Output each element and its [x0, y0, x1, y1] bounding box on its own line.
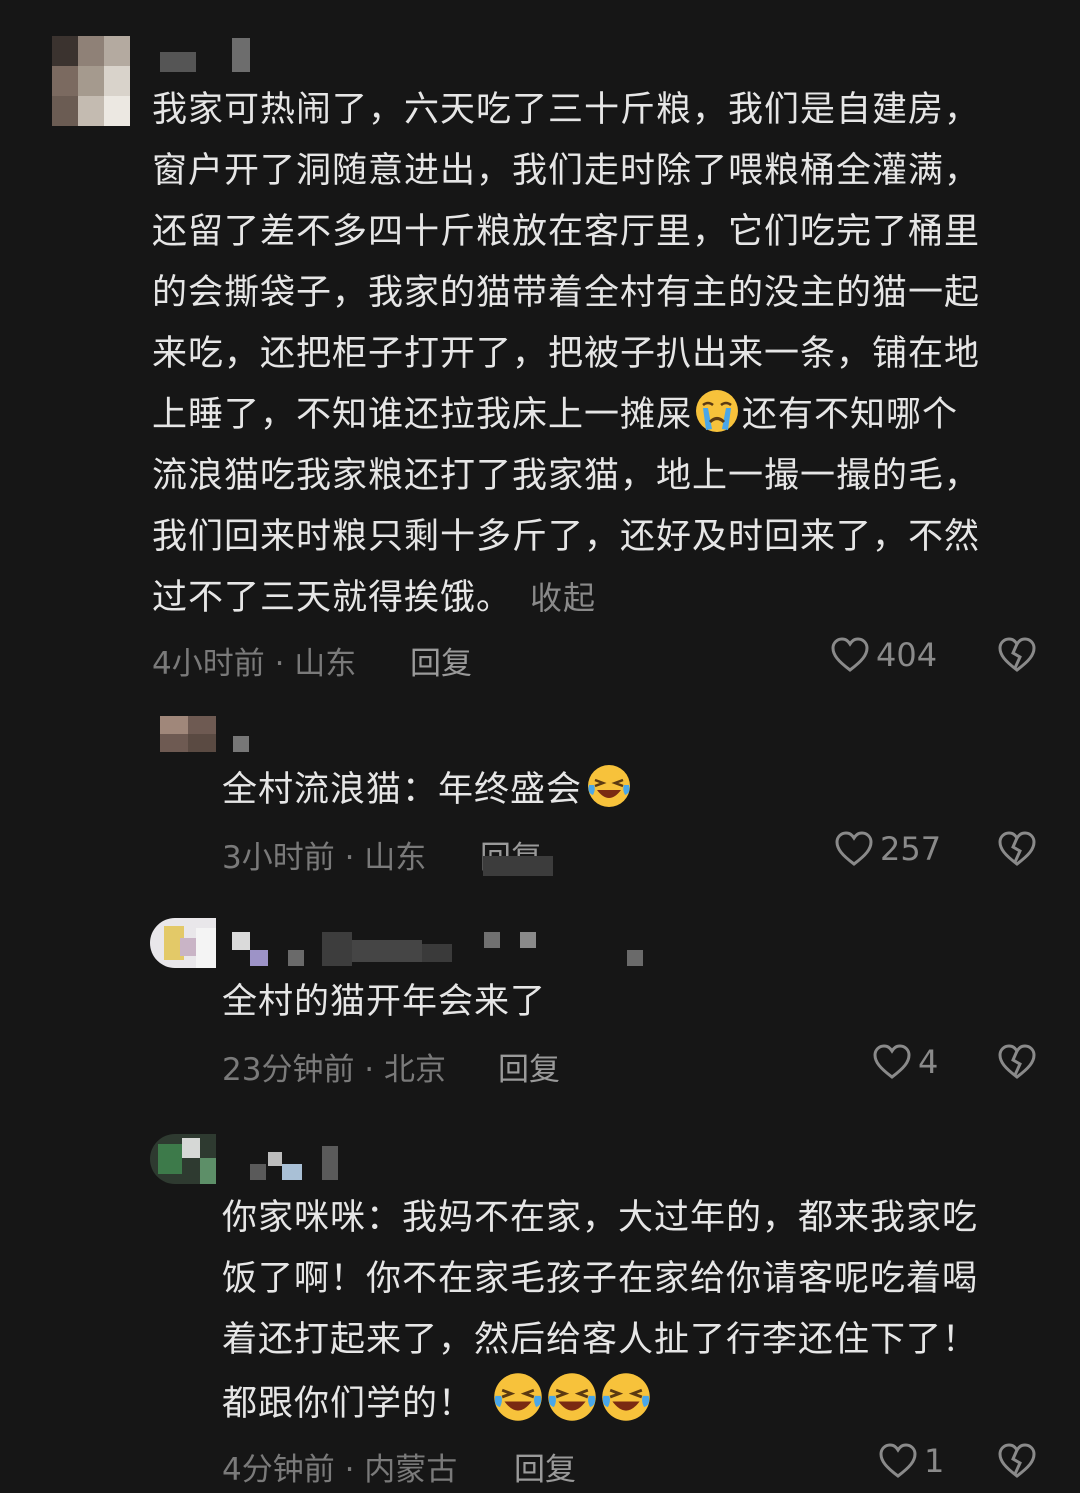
- username[interactable]: [250, 1146, 340, 1182]
- comment-meta: 4分钟前 · 内蒙古: [222, 1452, 458, 1488]
- dislike-button[interactable]: [997, 1043, 1037, 1081]
- collapse-button[interactable]: 收起: [530, 579, 596, 617]
- like-button[interactable]: 4: [872, 1043, 938, 1081]
- like-count: 404: [876, 636, 938, 674]
- avatar[interactable]: [150, 918, 216, 968]
- like-button[interactable]: 257: [834, 830, 941, 868]
- comment-meta: 3小时前 · 山东: [222, 840, 427, 876]
- comment-text: 全村的猫开年会来了: [222, 982, 547, 1022]
- crying-face-icon: [696, 390, 739, 432]
- heart-icon: [879, 1443, 917, 1478]
- broken-heart-icon: [998, 831, 1036, 866]
- like-button[interactable]: 404: [830, 636, 937, 674]
- comment-meta: 23分钟前 · 北京: [222, 1052, 447, 1088]
- avatar[interactable]: [150, 1134, 216, 1184]
- dislike-button[interactable]: [997, 830, 1037, 868]
- laughing-crying-face-icon: [548, 1373, 596, 1421]
- dislike-button[interactable]: [997, 636, 1037, 674]
- like-count: 4: [918, 1043, 939, 1081]
- username[interactable]: [160, 38, 252, 72]
- comment-text-part-1: 我家可热闹了，六天吃了三十斤粮，我们是自建房， 窗户开了洞随意进出，我们走时除了…: [152, 90, 981, 435]
- comment-text: 全村流浪猫：年终盛会: [222, 760, 1022, 821]
- laughing-crying-face-icon: [494, 1373, 542, 1421]
- heart-icon: [831, 637, 869, 672]
- like-button[interactable]: 1: [878, 1442, 944, 1480]
- reply-button[interactable]: 回复: [498, 1044, 560, 1089]
- emoji-group: [492, 1373, 652, 1424]
- comment-text: 我家可热闹了，六天吃了三十斤粮，我们是自建房， 窗户开了洞随意进出，我们走时除了…: [152, 80, 1052, 629]
- avatar[interactable]: [52, 36, 130, 126]
- comment-text-content: 全村流浪猫：年终盛会: [222, 770, 583, 810]
- comment-text: 你家咪咪：我妈不在家，大过年的，都来我家吃 饭了啊！你不在家毛孩子在家给你请客呢…: [222, 1188, 1042, 1435]
- laughing-crying-face-icon: [602, 1373, 650, 1421]
- like-count: 257: [880, 830, 942, 868]
- comment-meta: 4小时前 · 山东: [152, 646, 357, 682]
- username[interactable]: [232, 930, 652, 968]
- laughing-crying-face-icon: [588, 765, 631, 807]
- heart-icon: [835, 831, 873, 866]
- dislike-button[interactable]: [997, 1442, 1037, 1480]
- broken-heart-icon: [998, 637, 1036, 672]
- reply-button[interactable]: 回复: [514, 1444, 576, 1489]
- username[interactable]: [233, 736, 249, 752]
- broken-heart-icon: [998, 1044, 1036, 1079]
- heart-icon: [873, 1044, 911, 1079]
- broken-heart-icon: [998, 1443, 1036, 1478]
- avatar[interactable]: [160, 716, 216, 752]
- reply-button[interactable]: 回复: [410, 638, 472, 683]
- like-count: 1: [924, 1442, 945, 1480]
